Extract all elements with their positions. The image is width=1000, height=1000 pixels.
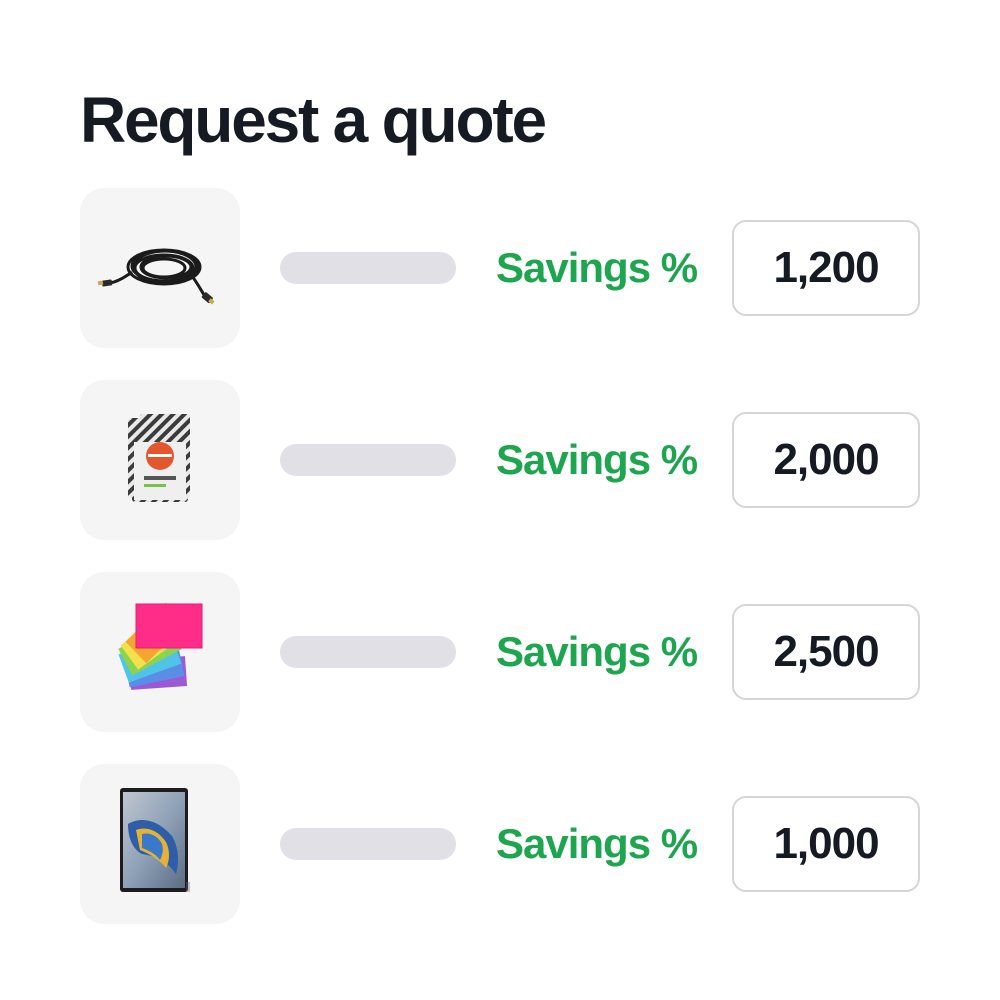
tablet-image [80, 764, 240, 924]
savings-label: Savings % [496, 244, 698, 291]
quantity-input[interactable]: 1,200 [732, 220, 920, 316]
quote-item-row: Savings % 2,500 [80, 572, 920, 732]
quantity-input[interactable]: 2,000 [732, 412, 920, 508]
savings-label: Savings % [496, 436, 698, 483]
savings-label: Savings % [496, 820, 698, 867]
sticky-notes-image [80, 572, 240, 732]
quote-page: Request a quote Savings % 1,200 Savings … [0, 0, 1000, 1000]
quantity-input[interactable]: 1,000 [732, 796, 920, 892]
hdmi-cable-image [80, 188, 240, 348]
coffee-bag-icon [128, 414, 190, 502]
quantity-input[interactable]: 2,500 [732, 604, 920, 700]
quote-item-row: Savings % 2,000 [80, 380, 920, 540]
quote-item-row: Savings % 1,200 [80, 188, 920, 348]
coffee-bags-image [80, 380, 240, 540]
product-name-placeholder [280, 828, 456, 860]
hdmi-cable-icon [97, 248, 215, 305]
page-title: Request a quote [80, 84, 547, 156]
product-name-placeholder [280, 636, 456, 668]
savings-label: Savings % [496, 628, 698, 675]
product-name-placeholder [280, 252, 456, 284]
product-name-placeholder [280, 444, 456, 476]
quote-item-row: Savings % 1,000 [80, 764, 920, 924]
tablet-icon [120, 788, 190, 892]
sticky-notes-icon [118, 602, 203, 690]
